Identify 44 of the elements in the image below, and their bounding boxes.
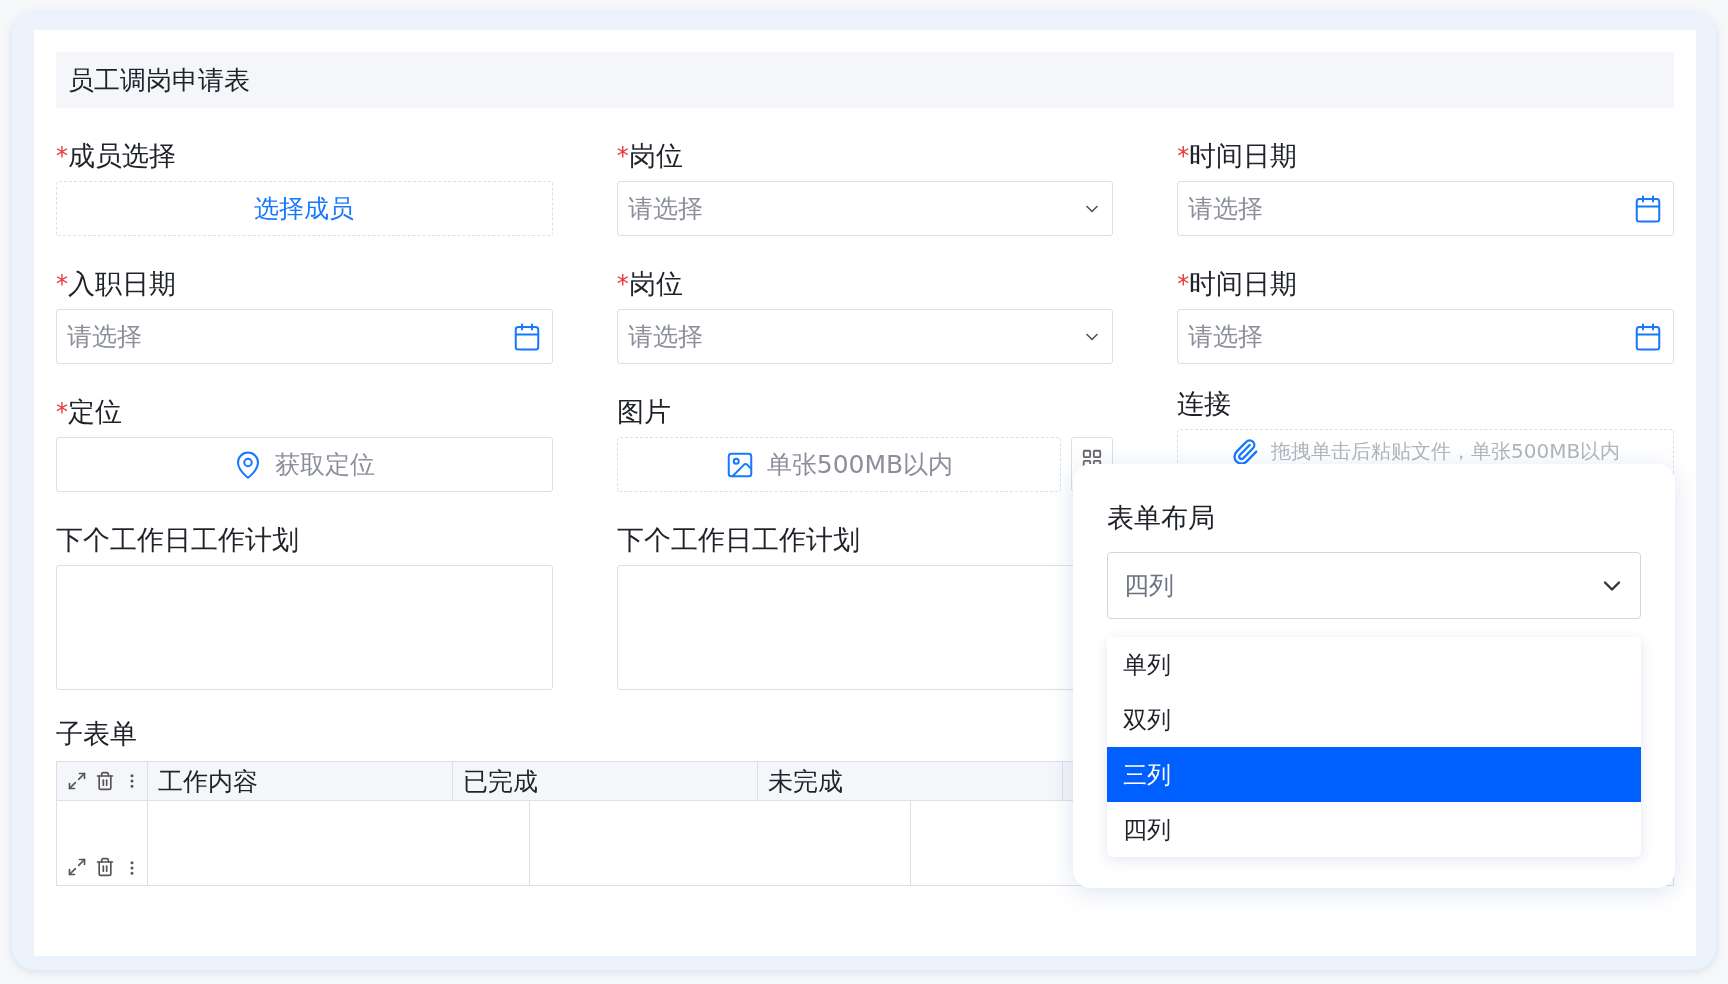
- paperclip-icon: [1231, 438, 1260, 466]
- select-field[interactable]: 请选择: [616, 309, 1114, 364]
- subform-label: 子表单: [56, 717, 137, 751]
- form-title: 员工调岗申请表: [56, 52, 1674, 108]
- expand-icon[interactable]: [67, 771, 87, 791]
- trash-icon[interactable]: [95, 857, 115, 877]
- required-mark: *: [56, 142, 68, 170]
- image-upload-area[interactable]: 单张500MB以内: [616, 437, 1062, 492]
- field-label-text: 入职日期: [68, 268, 176, 299]
- date-field[interactable]: 请选择: [1177, 309, 1674, 364]
- trash-icon[interactable]: [95, 771, 115, 791]
- get-location-button[interactable]: 获取定位: [56, 437, 553, 492]
- date-field[interactable]: 请选择: [56, 309, 553, 364]
- popup-title: 表单布局: [1107, 501, 1216, 535]
- column-header: 已完成: [453, 762, 758, 800]
- required-mark: *: [616, 270, 629, 298]
- column-header: 工作内容: [148, 762, 453, 800]
- calendar-icon: [1633, 193, 1663, 224]
- field-label-text: 定位: [68, 396, 122, 427]
- field-label-text: 岗位: [628, 140, 683, 171]
- layout-option[interactable]: 三列: [1107, 747, 1641, 802]
- layout-select[interactable]: 四列: [1107, 552, 1641, 619]
- date-field[interactable]: 请选择: [1177, 181, 1674, 236]
- required-mark: *: [56, 398, 68, 426]
- field-label-text: 时间日期: [1189, 268, 1298, 299]
- required-mark: *: [1177, 270, 1190, 298]
- required-mark: *: [56, 270, 68, 298]
- calendar-icon: [1633, 321, 1663, 352]
- layout-option[interactable]: 单列: [1107, 637, 1641, 692]
- field-label-text: 下个工作日工作计划: [56, 524, 299, 555]
- expand-icon[interactable]: [67, 857, 87, 877]
- required-mark: *: [616, 142, 629, 170]
- field-label-text: 连接: [1177, 388, 1232, 419]
- field-label-text: 下个工作日工作计划: [616, 524, 860, 555]
- required-mark: *: [1177, 142, 1190, 170]
- column-header: 未完成: [758, 762, 1063, 800]
- field-label-text: 时间日期: [1189, 140, 1298, 171]
- layout-option[interactable]: 四列: [1107, 802, 1641, 857]
- select-field[interactable]: 请选择: [616, 181, 1114, 236]
- field-label-text: 成员选择: [68, 140, 176, 171]
- field-label-text: 岗位: [628, 268, 683, 299]
- layout-option[interactable]: 双列: [1107, 692, 1641, 747]
- field-label-text: 图片: [616, 396, 671, 427]
- select-member-button[interactable]: 选择成员: [56, 181, 553, 236]
